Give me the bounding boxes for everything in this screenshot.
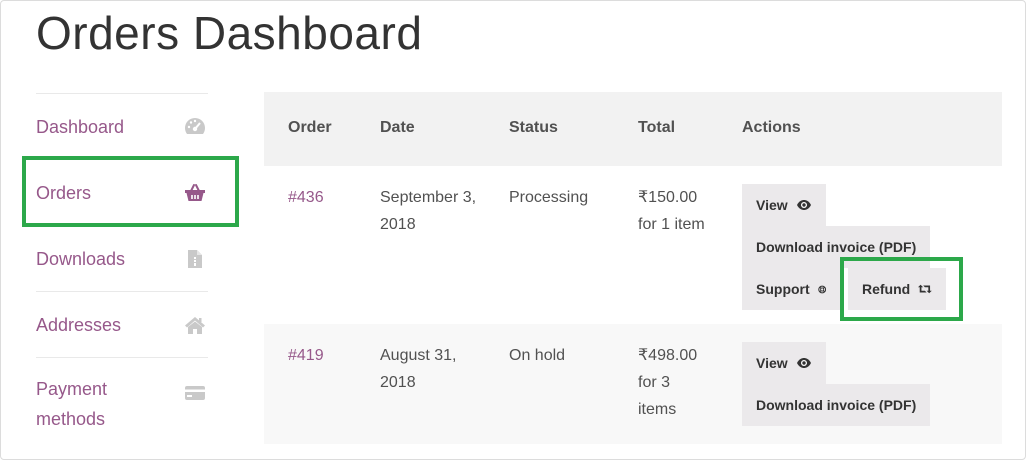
sidebar-item-addresses[interactable]: Addresses bbox=[36, 291, 208, 357]
basket-icon bbox=[184, 182, 206, 204]
order-total: ₹498.00 for 3 items bbox=[638, 347, 698, 418]
download-invoice-label: Download invoice (PDF) bbox=[756, 397, 917, 413]
order-date: September 3, 2018 bbox=[380, 189, 477, 233]
column-header-total: Total bbox=[638, 119, 676, 136]
download-invoice-label: Download invoice (PDF) bbox=[756, 239, 917, 255]
view-button[interactable]: View bbox=[742, 342, 826, 384]
orders-table: Order Date Status Total Actions #436 Sep… bbox=[264, 92, 1002, 444]
refund-button-label: Refund bbox=[862, 281, 911, 297]
file-icon bbox=[184, 248, 206, 270]
eye-icon bbox=[796, 358, 811, 368]
order-date: August 31, 2018 bbox=[380, 347, 457, 391]
column-header-status: Status bbox=[509, 119, 558, 136]
column-header-actions: Actions bbox=[742, 119, 801, 136]
download-invoice-button[interactable]: Download invoice (PDF) bbox=[742, 384, 931, 426]
support-button-label: Support bbox=[756, 281, 810, 297]
dashboard-gauge-icon bbox=[184, 116, 206, 138]
order-status: On hold bbox=[509, 347, 566, 364]
home-icon bbox=[184, 314, 206, 336]
sidebar-item-label: Dashboard bbox=[36, 116, 125, 137]
sidebar-item-downloads[interactable]: Downloads bbox=[36, 225, 208, 291]
column-header-date: Date bbox=[380, 119, 415, 136]
table-header: Order Date Status Total Actions bbox=[264, 92, 1002, 166]
order-total: ₹150.00 for 1 item bbox=[638, 189, 705, 233]
table-row: #436 September 3, 2018 Processing ₹150.0… bbox=[264, 166, 1002, 324]
sidebar-item-label: Orders bbox=[36, 182, 92, 203]
eye-icon bbox=[796, 200, 811, 210]
support-button[interactable]: Support bbox=[742, 268, 840, 310]
view-button-label: View bbox=[756, 355, 788, 371]
sidebar-item-orders[interactable]: Orders bbox=[36, 159, 208, 225]
page-title: Orders Dashboard bbox=[36, 7, 423, 59]
sidebar-item-label: Payment methods bbox=[36, 378, 108, 429]
sidebar-item-dashboard[interactable]: Dashboard bbox=[36, 93, 208, 159]
sidebar-item-payment-methods[interactable]: Payment methods bbox=[36, 357, 208, 449]
column-header-order: Order bbox=[288, 119, 332, 136]
order-status: Processing bbox=[509, 189, 589, 206]
life-ring-icon bbox=[817, 285, 826, 293]
order-number-link[interactable]: #419 bbox=[288, 342, 324, 369]
sidebar-item-label: Addresses bbox=[36, 314, 122, 335]
view-button-label: View bbox=[756, 197, 788, 213]
retweet-refund-icon bbox=[918, 284, 932, 294]
table-row: #419 August 31, 2018 On hold ₹498.00 for… bbox=[264, 324, 1002, 444]
account-navigation: Dashboard Orders Downloads Addresses Pay… bbox=[36, 93, 208, 449]
view-button[interactable]: View bbox=[742, 184, 826, 226]
refund-button[interactable]: Refund bbox=[848, 268, 946, 310]
download-invoice-button[interactable]: Download invoice (PDF) bbox=[742, 226, 931, 268]
order-number-link[interactable]: #436 bbox=[288, 184, 324, 211]
sidebar-item-label: Downloads bbox=[36, 248, 126, 269]
credit-card-icon bbox=[184, 382, 206, 404]
